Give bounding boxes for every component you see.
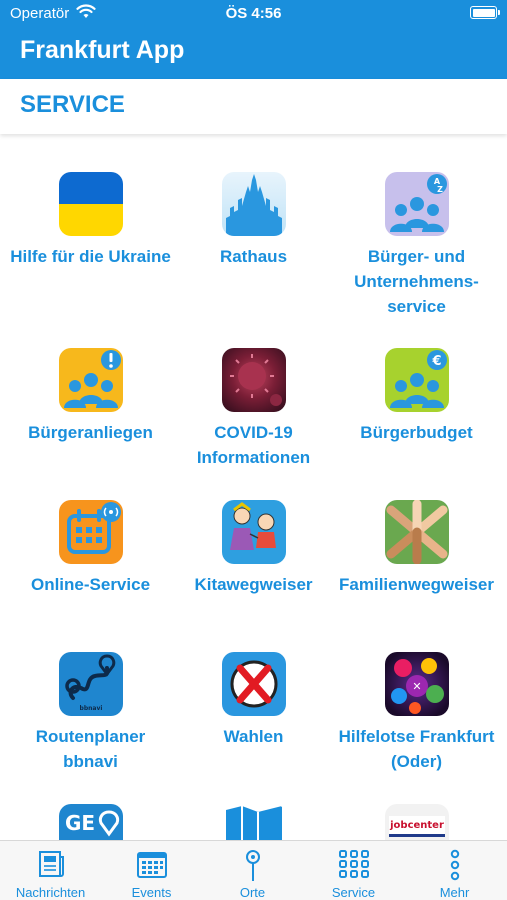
tile-buergeranliegen[interactable]: Bürgeranliegen xyxy=(6,348,175,445)
tile-label: Bürger- und Unternehmens-service xyxy=(354,247,479,316)
calendar-icon xyxy=(58,500,123,564)
tab-orte[interactable]: Orte xyxy=(202,841,303,900)
virus-icon xyxy=(221,348,286,412)
battery-icon xyxy=(470,6,500,19)
tile-label: COVID-19 Informationen xyxy=(196,423,311,467)
map-pin-icon xyxy=(245,850,260,881)
tab-label: Service xyxy=(331,885,376,900)
tab-bar: Nachrichten Events Orte Service Mehr xyxy=(0,840,507,900)
geo-map-icon: GE xyxy=(58,804,123,840)
svg-text:€: € xyxy=(431,354,441,369)
tab-label: Nachrichten xyxy=(15,885,86,900)
citizens-az-icon: A Z xyxy=(384,172,449,236)
tile-hilfe-ukraine[interactable]: Hilfe für die Ukraine xyxy=(6,172,175,269)
tile-label: Bürgerbudget xyxy=(360,423,473,442)
map-book-icon xyxy=(221,804,286,840)
tab-events[interactable]: Events xyxy=(101,841,202,900)
tile-online-service[interactable]: Online-Service xyxy=(6,500,175,597)
calendar-grid-icon xyxy=(136,852,167,878)
jobcenter-icon: jobcenter xyxy=(384,804,449,840)
help-bubbles-icon: ✕ xyxy=(384,652,449,716)
tile-label: Hilfelotse Frankfurt (Oder) xyxy=(338,727,495,771)
app-header: Operatör ÖS 4:56 Frankfurt App xyxy=(0,0,507,79)
route-icon: bbnavi xyxy=(58,652,123,716)
tile-jobcenter[interactable]: jobcenter xyxy=(332,804,501,840)
tile-map[interactable] xyxy=(169,804,338,840)
tile-wahlen[interactable]: Wahlen xyxy=(169,652,338,749)
tab-nachrichten[interactable]: Nachrichten xyxy=(0,841,101,900)
tile-geo[interactable]: GE xyxy=(6,804,175,840)
tile-label: Hilfe für die Ukraine xyxy=(10,247,171,266)
grid-dots-icon xyxy=(338,850,369,878)
app-title: Frankfurt App xyxy=(20,36,185,64)
tile-rathaus[interactable]: Rathaus xyxy=(169,172,338,269)
jobcenter-logo-text: jobcenter xyxy=(389,820,444,831)
tile-hilfelotse[interactable]: ✕ Hilfelotse Frankfurt (Oder) xyxy=(332,652,501,774)
ukraine-flag-icon xyxy=(58,172,123,236)
svg-text:Z: Z xyxy=(437,185,443,194)
joined-hands-icon xyxy=(384,500,449,564)
tile-label: Rathaus xyxy=(219,247,288,266)
tile-label: Bürgeranliegen xyxy=(28,423,153,442)
service-grid: Hilfe für die Ukraine Rathaus A Z Bürger… xyxy=(0,134,507,840)
tile-routenplaner[interactable]: bbnavi Routenplaner bbnavi xyxy=(6,652,175,774)
tile-buerger-service[interactable]: A Z Bürger- und Unternehmens-service xyxy=(332,172,501,319)
svg-text:GE: GE xyxy=(65,811,95,835)
ballot-cross-icon xyxy=(221,652,286,716)
status-bar: Operatör ÖS 4:56 xyxy=(0,0,507,26)
status-time: ÖS 4:56 xyxy=(225,5,282,22)
citizens-euro-icon: € xyxy=(384,348,449,412)
citizens-alert-icon xyxy=(58,348,123,412)
section-bar: SERVICE xyxy=(0,79,507,134)
tab-label: Events xyxy=(131,885,172,900)
tab-service[interactable]: Service xyxy=(303,841,404,900)
more-dots-icon xyxy=(450,849,459,881)
tile-label: Kitawegweiser xyxy=(194,575,313,594)
tile-label: Routenplaner bbnavi xyxy=(35,727,146,771)
town-hall-icon xyxy=(221,172,286,236)
svg-text:bbnavi: bbnavi xyxy=(79,705,102,712)
tile-kitawegweiser[interactable]: Kitawegweiser xyxy=(169,500,338,597)
tile-covid[interactable]: COVID-19 Informationen xyxy=(169,348,338,470)
section-title: SERVICE xyxy=(20,91,125,118)
tab-label: Orte xyxy=(239,885,266,900)
tab-mehr[interactable]: Mehr xyxy=(404,841,505,900)
tile-familienwegweiser[interactable]: Familienwegweiser xyxy=(332,500,501,597)
tile-buergerbudget[interactable]: € Bürgerbudget xyxy=(332,348,501,445)
newspaper-icon xyxy=(38,851,64,877)
tab-label: Mehr xyxy=(439,885,470,900)
tile-label: Online-Service xyxy=(30,575,151,594)
children-drawing-icon xyxy=(221,500,286,564)
tile-label: Wahlen xyxy=(223,727,284,746)
svg-text:✕: ✕ xyxy=(412,680,421,693)
tile-label: Familienwegweiser xyxy=(339,575,494,594)
